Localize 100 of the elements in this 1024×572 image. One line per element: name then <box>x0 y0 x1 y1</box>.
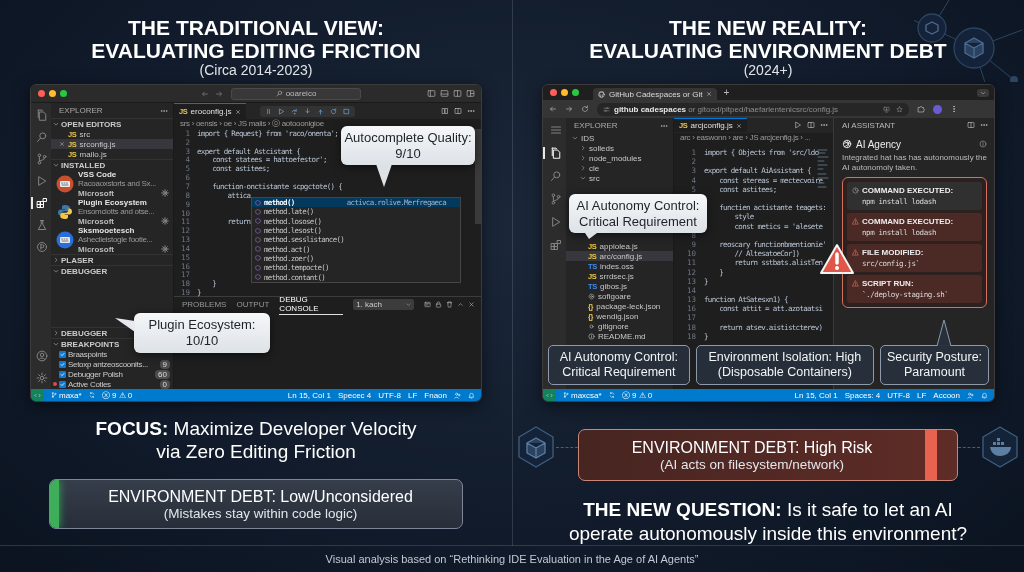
back-arrow-icon[interactable] <box>549 105 557 113</box>
status-item[interactable]: Specec 4 <box>337 390 372 400</box>
caret-up-icon[interactable] <box>457 300 464 308</box>
status-item[interactable]: Accoon <box>933 390 960 400</box>
bell-icon[interactable] <box>468 391 475 399</box>
back-arrow-icon[interactable] <box>201 89 209 98</box>
section-header[interactable]: INSTALLED <box>51 160 108 170</box>
more-icon[interactable] <box>467 107 475 115</box>
settings-icon[interactable] <box>161 217 169 226</box>
restart-icon[interactable] <box>329 107 337 115</box>
checkbox[interactable] <box>59 360 66 368</box>
forward-arrow-icon[interactable] <box>565 105 573 113</box>
folder-item[interactable]: solleds <box>566 143 673 153</box>
section-header[interactable]: OPEN EDITORS <box>51 119 124 129</box>
sidebar-toggle-icon[interactable] <box>427 89 436 98</box>
status-item[interactable]: UTF-8 <box>378 390 401 400</box>
window-minimize-button[interactable] <box>49 90 56 97</box>
info-icon[interactable] <box>979 140 987 148</box>
browser-tab[interactable]: GitHub Cadespaces or Git <box>593 88 718 100</box>
close-icon[interactable] <box>59 141 65 147</box>
panel-tab[interactable]: DEBUG CONSOLE <box>279 293 344 315</box>
branch-status[interactable]: maxa* <box>51 390 82 400</box>
status-item[interactable]: Ln 15, Col 1 <box>794 390 838 400</box>
account-icon[interactable] <box>967 391 974 399</box>
remote-indicator[interactable] <box>543 389 556 401</box>
close-icon[interactable] <box>735 122 742 129</box>
tab-list-button[interactable] <box>977 88 989 97</box>
lock-icon[interactable] <box>435 300 442 308</box>
extension-item[interactable]: Sksmooetesch Ashecileistogle footie... Microsoft <box>51 226 173 254</box>
window-close-button[interactable] <box>550 89 557 96</box>
panel-tab[interactable]: PROBLEMS <box>182 298 227 310</box>
star-icon[interactable] <box>896 105 903 113</box>
status-item[interactable]: LF <box>916 390 927 400</box>
close-icon[interactable] <box>234 108 241 115</box>
extension-item[interactable]: VSS Code Racoaoxstorts and Sx... Microsoft <box>51 170 173 198</box>
account-icon[interactable] <box>454 391 461 399</box>
section-header[interactable]: PLASER <box>51 255 96 265</box>
branch-status[interactable]: maxcsa* <box>563 390 602 400</box>
more-icon[interactable] <box>820 121 828 129</box>
settings-icon[interactable] <box>161 245 169 254</box>
clear-icon[interactable] <box>424 300 431 308</box>
bell-icon[interactable] <box>981 391 988 399</box>
section-header[interactable]: DEBUGGER <box>51 328 110 338</box>
step-over-icon[interactable] <box>290 107 298 115</box>
forward-arrow-icon[interactable] <box>215 89 223 98</box>
split-icon[interactable] <box>454 107 462 115</box>
window-close-button[interactable] <box>38 90 45 97</box>
split-icon[interactable] <box>807 121 815 129</box>
close-icon[interactable] <box>706 91 713 97</box>
window-maximize-button[interactable] <box>572 89 579 96</box>
extensions-icon[interactable] <box>917 105 925 113</box>
status-item[interactable]: Spaces: 4 <box>844 390 881 400</box>
folder-item[interactable]: src <box>566 173 673 183</box>
extension-item[interactable]: Plugin Ecosystem Ensomciotts and otse... Microsoft <box>51 198 173 226</box>
terminal-dropdown[interactable]: 1. kach <box>353 298 414 310</box>
stop-icon[interactable] <box>342 107 350 115</box>
checkbox[interactable] <box>59 350 66 358</box>
sync-icon[interactable] <box>608 392 615 398</box>
window-minimize-button[interactable] <box>561 89 568 96</box>
panel-toggle-icon[interactable] <box>440 89 449 98</box>
more-icon[interactable] <box>950 105 958 113</box>
status-item[interactable]: UTF-8 <box>887 390 910 400</box>
reload-icon[interactable] <box>581 105 589 113</box>
split-icon[interactable] <box>453 89 462 98</box>
status-item[interactable]: Fnaon <box>424 390 447 400</box>
file-item[interactable]: README.md <box>566 331 673 341</box>
window-maximize-button[interactable] <box>60 90 67 97</box>
sync-icon[interactable] <box>88 392 95 398</box>
folder-item[interactable]: node_modules <box>566 153 673 163</box>
status-item[interactable]: Ln 15, Col 1 <box>287 390 331 400</box>
file-item[interactable]: gitignore <box>566 321 673 331</box>
remote-indicator[interactable] <box>31 389 44 401</box>
panel-tab[interactable]: OUTPUT <box>236 298 270 310</box>
section-header[interactable]: BREAKPOINTS <box>51 339 122 349</box>
site-settings-icon[interactable] <box>603 105 610 113</box>
file-item[interactable]: sofigoare <box>566 291 673 301</box>
step-into-icon[interactable] <box>303 107 311 115</box>
more-icon[interactable] <box>980 121 988 129</box>
new-tab-button[interactable]: + <box>723 87 730 98</box>
trash-icon[interactable] <box>446 300 453 308</box>
layout-icon[interactable] <box>466 89 475 98</box>
search-field[interactable]: ooareico <box>231 87 361 100</box>
split-icon[interactable] <box>967 121 975 129</box>
checkbox[interactable] <box>59 370 66 378</box>
status-item[interactable]: LF <box>407 390 418 400</box>
problems-status[interactable]: ⓧ 9 ⚠ 0 <box>621 389 653 401</box>
url-field[interactable]: github cadespaces or gitood/pitped/haefarientenicsrc/config.js <box>597 102 909 116</box>
problems-status[interactable]: ⓧ 9 ⚠ 0 <box>101 389 133 401</box>
compare-icon[interactable] <box>441 107 449 115</box>
folder-item[interactable]: cle <box>566 163 673 173</box>
install-icon[interactable] <box>883 105 890 113</box>
close-icon[interactable] <box>468 300 475 308</box>
folder-item[interactable]: IDS <box>566 133 673 143</box>
run-icon[interactable] <box>794 121 802 129</box>
checkbox[interactable] <box>59 380 66 388</box>
settings-icon[interactable] <box>161 189 169 198</box>
section-header[interactable]: DEBUGGER <box>51 266 110 276</box>
continue-icon[interactable] <box>277 107 285 115</box>
avatar[interactable] <box>933 104 942 114</box>
step-out-icon[interactable] <box>316 107 324 115</box>
